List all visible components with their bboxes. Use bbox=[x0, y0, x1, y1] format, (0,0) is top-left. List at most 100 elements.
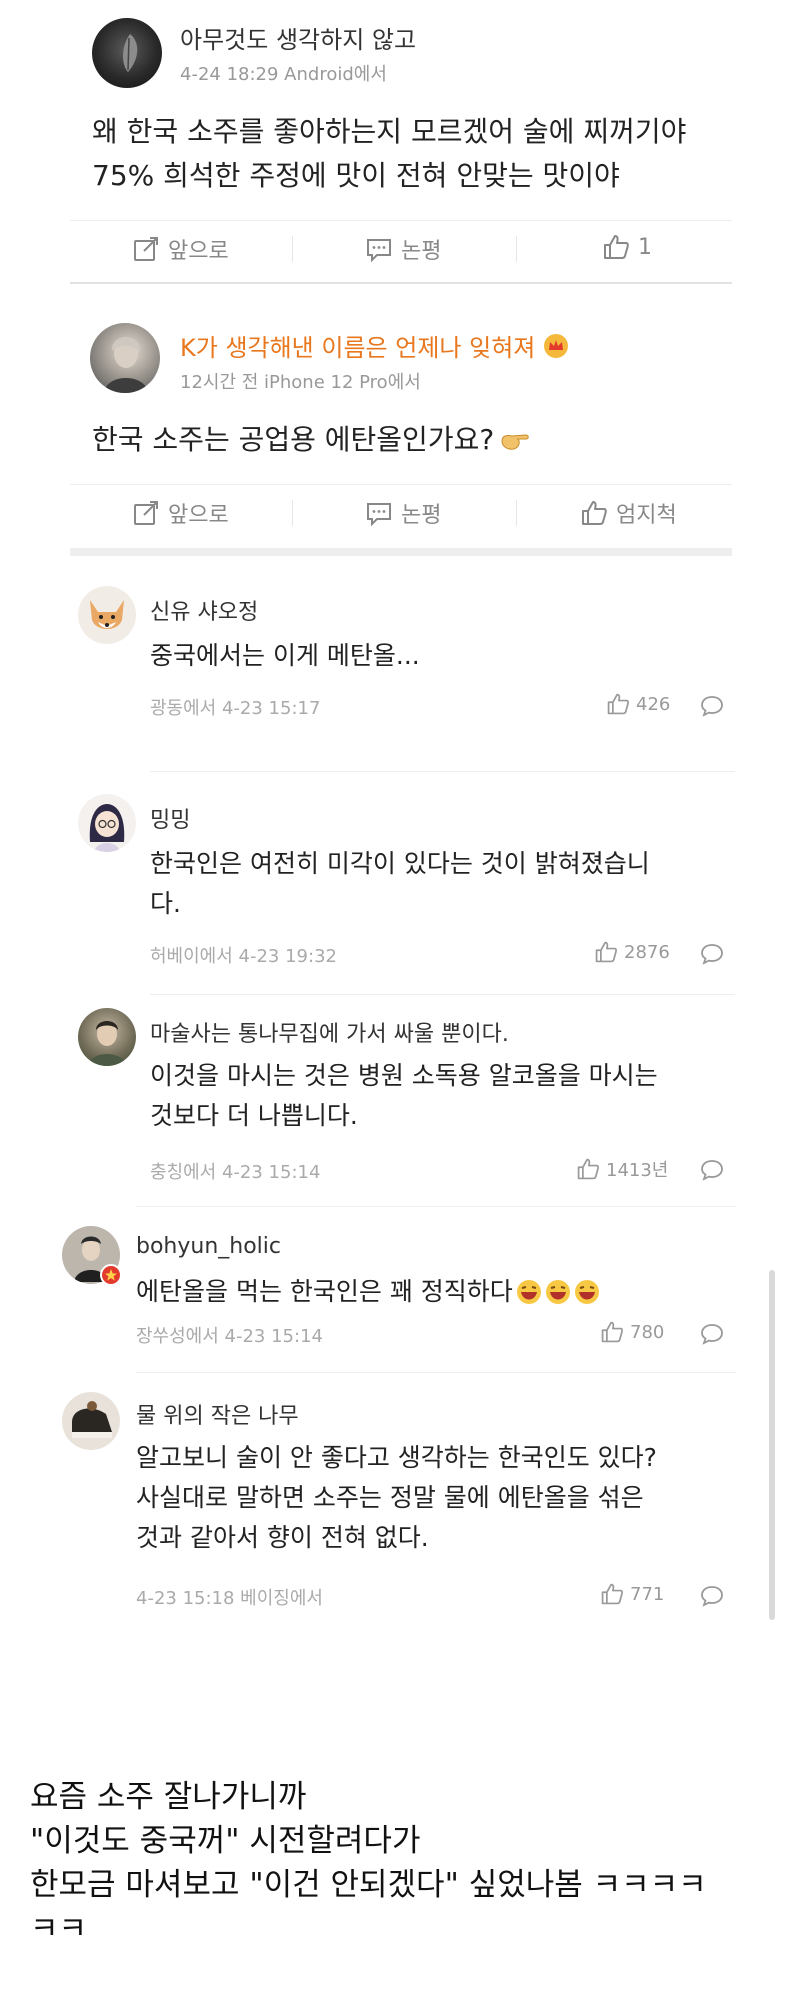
comment-avatar[interactable] bbox=[78, 1008, 136, 1066]
post2-action-separator bbox=[292, 500, 293, 526]
comment-username[interactable]: 신유 샤오정 bbox=[150, 594, 258, 626]
caption-line: ㅋㅋ bbox=[30, 1911, 88, 1947]
post1-action-separator bbox=[292, 236, 293, 262]
post1-body-line2: 75% 희석한 주정에 맛이 전혀 안맞는 맛이야 bbox=[92, 159, 620, 192]
comment-body: 알고보니 술이 안 좋다고 생각하는 한국인도 있다? 사실대로 말하면 소주는… bbox=[136, 1438, 657, 1558]
comment-body: 한국인은 여전히 미각이 있다는 것이 밝혀졌습니 다. bbox=[150, 844, 650, 924]
thumbs-up-icon bbox=[607, 693, 629, 715]
post1-avatar[interactable] bbox=[92, 18, 162, 88]
comment-body: 에탄올을 먹는 한국인은 꽤 정직하다 bbox=[136, 1272, 601, 1312]
comment-meta: 충칭에서 4-23 15:14 bbox=[150, 1162, 321, 1183]
post1-like-count: 1 bbox=[638, 234, 652, 260]
post1-action-separator bbox=[516, 236, 517, 262]
post1-like-button[interactable]: 1 bbox=[602, 233, 652, 261]
caption-text: 요즘 소주 잘나가니까 "이것도 중국꺼" 시전할려다가 한모금 마셔보고 "이… bbox=[30, 1775, 707, 1951]
reply-bubble-icon[interactable] bbox=[700, 1323, 724, 1345]
post2-meta: 12시간 전 iPhone 12 Pro에서 bbox=[180, 372, 421, 393]
post1-body-line1: 왜 한국 소주를 좋아하는지 모르겠어 술에 찌꺼기야 bbox=[92, 115, 687, 148]
comment-username[interactable]: bohyun_holic bbox=[136, 1234, 281, 1259]
post1-comment-button[interactable]: 논평 bbox=[365, 233, 441, 265]
post2-divider bbox=[70, 484, 732, 485]
caption-line: "이것도 중국꺼" 시전할려다가 bbox=[30, 1823, 421, 1859]
post2-body-text: 한국 소주는 공업용 에탄올인가요? bbox=[92, 423, 495, 456]
comment-divider bbox=[150, 994, 735, 995]
comment-body-line: 중국에서는 이게 메탄올... bbox=[150, 641, 420, 670]
comment-body-line: 에탄올을 먹는 한국인은 꽤 정직하다 bbox=[136, 1277, 513, 1306]
comment-avatar[interactable] bbox=[78, 586, 136, 644]
post1-divider bbox=[70, 220, 732, 221]
comment-body-line: 알고보니 술이 안 좋다고 생각하는 한국인도 있다? bbox=[136, 1443, 657, 1472]
thumbs-up-icon bbox=[582, 501, 607, 525]
comment-divider bbox=[136, 1206, 736, 1207]
thumbs-up-icon bbox=[577, 1158, 599, 1180]
comment-like-button[interactable]: 1413년 bbox=[576, 1156, 668, 1182]
post1-comment-label: 논평 bbox=[401, 239, 442, 264]
comment-avatar[interactable] bbox=[62, 1392, 120, 1450]
person-photo-icon bbox=[88, 1021, 126, 1066]
comment-meta: 허베이에서 4-23 19:32 bbox=[150, 946, 337, 967]
comment-username[interactable]: 마술사는 통나무집에 가서 싸울 뿐이다. bbox=[150, 1016, 509, 1048]
reply-bubble-icon[interactable] bbox=[700, 943, 724, 965]
feather-icon bbox=[123, 34, 138, 72]
comment-avatar[interactable] bbox=[62, 1226, 122, 1286]
post2-comment-label: 논평 bbox=[401, 503, 442, 528]
comment-like-count: 426 bbox=[636, 693, 671, 715]
post1-username[interactable]: 아무것도 생각하지 않고 bbox=[180, 20, 416, 55]
girl-cartoon-icon bbox=[89, 804, 125, 852]
caption-line: 한모금 마셔보고 "이건 안되겠다" 싶었나봄 ㅋㅋㅋㅋ bbox=[30, 1867, 707, 1903]
post2-repost-label: 앞으로 bbox=[168, 503, 229, 528]
post2-body: 한국 소주는 공업용 에탄올인가요? bbox=[92, 418, 530, 462]
fox-face-icon bbox=[90, 600, 124, 629]
reply-bubble-icon[interactable] bbox=[700, 1585, 724, 1607]
comments-section-divider bbox=[70, 548, 732, 556]
comment-like-button[interactable]: 780 bbox=[600, 1320, 664, 1344]
post1-repost-button[interactable]: 앞으로 bbox=[132, 233, 229, 265]
reply-bubble-icon[interactable] bbox=[700, 1159, 724, 1181]
comment-like-count: 771 bbox=[630, 1583, 665, 1605]
thumbs-up-icon bbox=[601, 1321, 623, 1343]
post2-username-text: K가 생각해낸 이름은 언제나 잊혀져 bbox=[180, 334, 536, 362]
comment-divider bbox=[136, 1372, 736, 1373]
post1-repost-label: 앞으로 bbox=[168, 239, 229, 264]
comment-meta: 4-23 15:18 베이징에서 bbox=[136, 1588, 323, 1609]
comment-bubble-icon bbox=[367, 239, 391, 263]
comments-scrollbar[interactable] bbox=[769, 1270, 775, 1620]
comment-like-button[interactable]: 2876 bbox=[594, 940, 670, 964]
laughing-face-icon bbox=[516, 1280, 599, 1304]
thumbs-up-icon bbox=[604, 235, 629, 259]
post2-like-button[interactable]: 엄지척 bbox=[580, 497, 677, 529]
pointing-hand-icon bbox=[501, 434, 529, 450]
comment-username[interactable]: 물 위의 작은 나무 bbox=[136, 1398, 299, 1430]
post2-comment-button[interactable]: 논평 bbox=[365, 497, 441, 529]
reply-bubble-icon[interactable] bbox=[700, 695, 724, 717]
comment-like-count: 780 bbox=[630, 1321, 665, 1343]
comment-username[interactable]: 밍밍 bbox=[150, 802, 190, 834]
post2-avatar[interactable] bbox=[90, 323, 160, 393]
share-edit-icon bbox=[134, 501, 158, 525]
post1-body: 왜 한국 소주를 좋아하는지 모르겠어 술에 찌꺼기야 75% 희석한 주정에 … bbox=[92, 110, 686, 198]
comment-like-button[interactable]: 426 bbox=[606, 692, 670, 716]
thumbs-up-icon bbox=[595, 941, 617, 963]
comment-like-button[interactable]: 771 bbox=[600, 1582, 664, 1606]
comment-avatar[interactable] bbox=[78, 794, 136, 852]
post2-like-label: 엄지척 bbox=[616, 503, 677, 528]
comment-body-line: 한국인은 여전히 미각이 있다는 것이 밝혀졌습니 bbox=[150, 849, 650, 878]
piano-photo-icon bbox=[72, 1401, 112, 1438]
post2-action-separator bbox=[516, 500, 517, 526]
comment-bubble-icon bbox=[367, 503, 391, 527]
post1-meta: 4-24 18:29 Android에서 bbox=[180, 64, 387, 85]
post-separator bbox=[70, 282, 732, 284]
comment-like-count: 2876 bbox=[624, 941, 670, 963]
comment-meta: 광동에서 4-23 15:17 bbox=[150, 698, 321, 719]
share-edit-icon bbox=[134, 237, 158, 261]
post2-username[interactable]: K가 생각해낸 이름은 언제나 잊혀져 bbox=[180, 328, 569, 363]
comment-body-line: 것보다 더 나쁩니다. bbox=[150, 1101, 358, 1130]
comment-body-line: 이것을 마시는 것은 병원 소독용 알코올을 마시는 bbox=[150, 1061, 658, 1090]
comment-body-line: 사실대로 말하면 소주는 정말 물에 에탄올을 섞은 bbox=[136, 1483, 644, 1512]
thumbs-up-icon bbox=[601, 1583, 623, 1605]
comment-body: 중국에서는 이게 메탄올... bbox=[150, 636, 420, 676]
person-photo-icon bbox=[104, 337, 148, 393]
comment-meta: 장쑤성에서 4-23 15:14 bbox=[136, 1326, 323, 1347]
crown-badge-icon bbox=[544, 333, 569, 358]
post2-repost-button[interactable]: 앞으로 bbox=[132, 497, 229, 529]
